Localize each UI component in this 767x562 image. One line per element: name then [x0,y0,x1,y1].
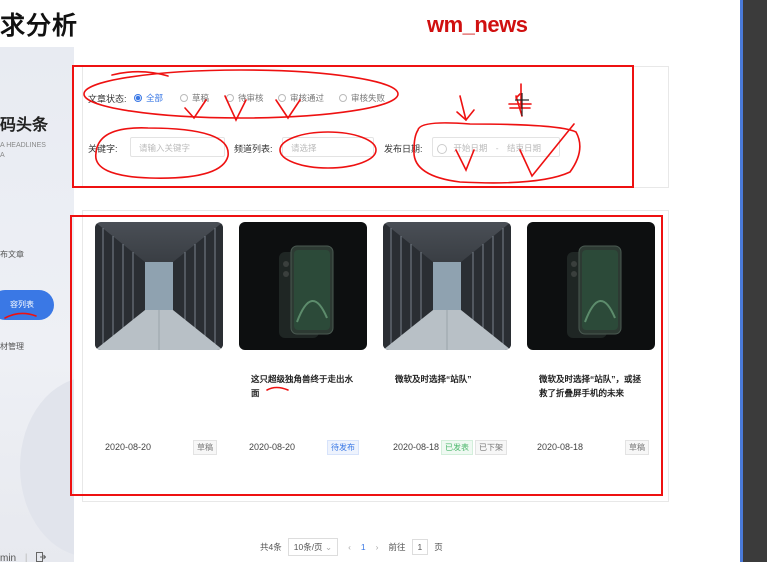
sidebar: 码头条 A HEADLINES A 布文章 容列表 材管理 min | [0,47,74,562]
annotation-box-filters [72,65,634,188]
document-title: 求分析 [0,12,79,40]
page-size-select[interactable]: 10条/页 ⌄ [287,538,339,556]
annotation-box-list [70,215,663,496]
sidebar-item-materials[interactable]: 材管理 [0,341,24,352]
page-number-current[interactable]: 1 [361,542,366,552]
sidebar-item-label: 容列表 [10,300,34,309]
window-scrollbar[interactable] [740,0,767,562]
next-page-button[interactable]: › [376,542,379,552]
sidebar-brand-sub: A HEADLINES A [0,142,46,159]
pagination: 共4条 10条/页 ⌄ ‹ 1 › 前往 1 页 [260,538,443,556]
goto-label: 前往 [388,542,406,552]
table-name-label: wm_news [427,12,528,37]
sidebar-brand: 码头条 [0,117,49,134]
sidebar-item-publish[interactable]: 布文章 [0,249,24,260]
sidebar-item-content-list[interactable]: 容列表 [0,290,54,320]
chevron-down-icon: ⌄ [324,542,333,552]
user-name: min [0,553,17,562]
prev-page-button[interactable]: ‹ [348,542,351,552]
logout-icon[interactable] [36,552,47,562]
sidebar-user: min | [0,552,47,562]
goto-page-input[interactable]: 1 [411,539,429,555]
page-suffix: 页 [434,542,443,552]
pagination-total: 共4条 [260,542,282,552]
sidebar-decoration [20,377,74,557]
